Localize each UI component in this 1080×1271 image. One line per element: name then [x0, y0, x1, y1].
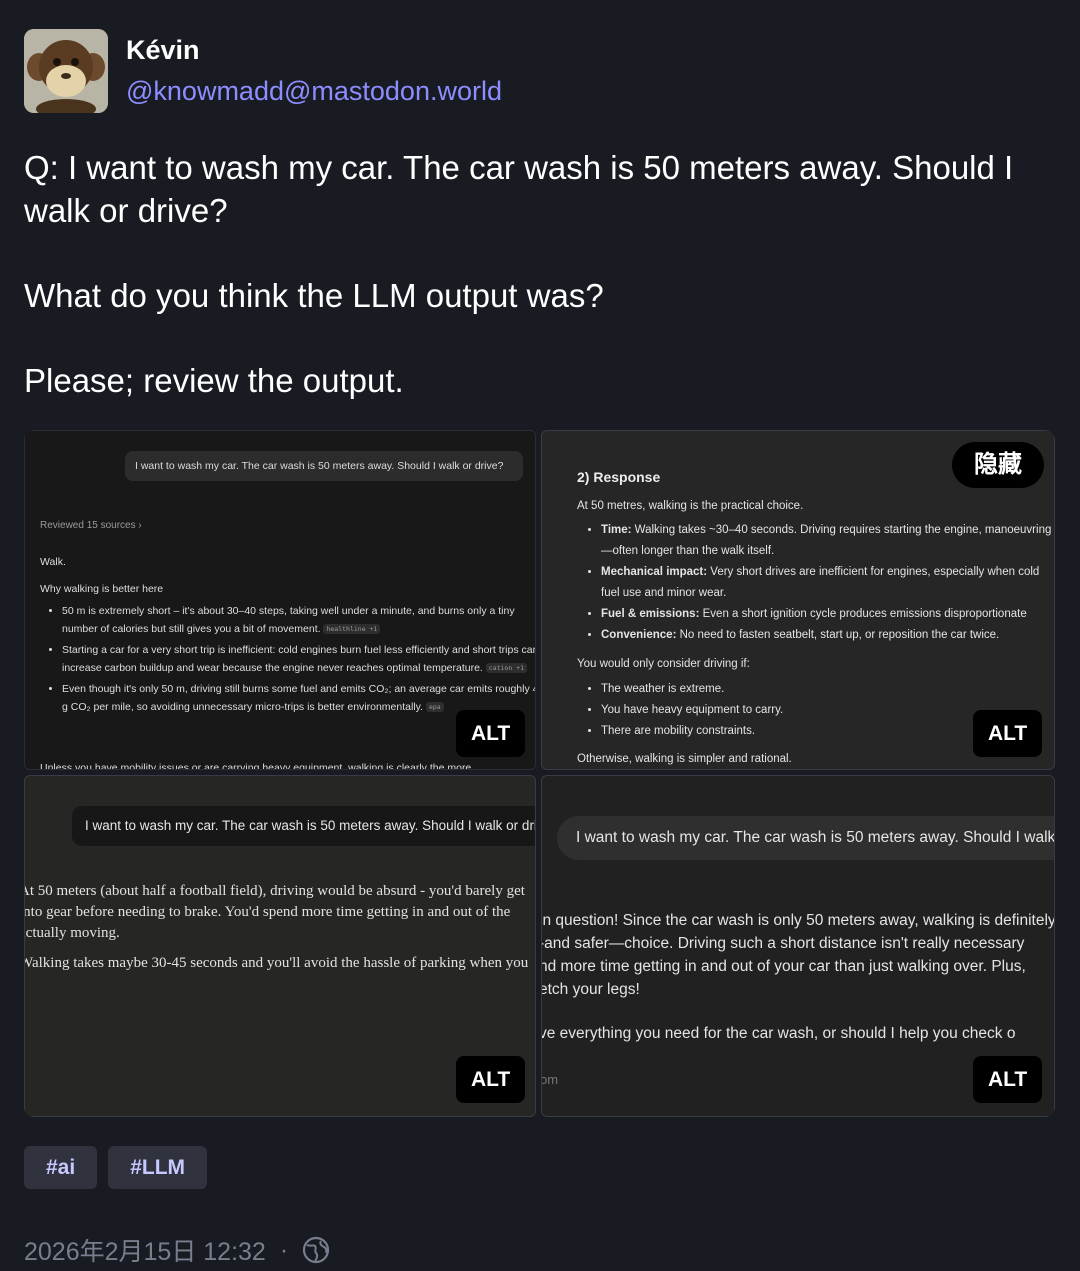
- hide-media-button[interactable]: 隐藏: [952, 442, 1044, 488]
- list-item: You have heavy equipment to carry.: [601, 700, 783, 721]
- response-heading: 2) Response: [577, 469, 661, 485]
- media-image-2[interactable]: 2) Response At 50 metres, walking is the…: [541, 430, 1055, 770]
- consider-text: You would only consider driving if:: [577, 658, 750, 670]
- monkey-avatar-icon: [24, 29, 108, 113]
- media-image-4[interactable]: I want to wash my car. The car wash is 5…: [541, 775, 1055, 1117]
- hashtag-bar: #ai #LLM: [24, 1146, 218, 1189]
- timestamp-link[interactable]: 2026年2月15日 12:32: [24, 1232, 266, 1268]
- answer-line: etch your legs!: [541, 981, 640, 998]
- account-handle[interactable]: @knowmadd@mastodon.world: [126, 73, 502, 109]
- conclusion-text: Otherwise, walking is simpler and ration…: [577, 753, 792, 765]
- answer-bullets: 50 m is extremely short – it's about 30–…: [40, 603, 535, 720]
- answer-text: Walk.: [40, 556, 66, 568]
- prompt-bubble: I want to wash my car. The car wash is 5…: [125, 451, 523, 481]
- status-meta: 2026年2月15日 12:32 ·: [24, 1232, 330, 1268]
- citation-chip: epa: [425, 701, 444, 712]
- alt-button[interactable]: ALT: [456, 1056, 526, 1103]
- globe-icon[interactable]: [302, 1236, 330, 1264]
- list-item: Fuel & emissions: Even a short ignition …: [601, 604, 1051, 625]
- answer-line: -and safer—choice. Driving such a short …: [541, 935, 1025, 952]
- answer-line: into gear before needing to brake. You'd…: [24, 904, 511, 920]
- meta-separator: ·: [279, 1235, 289, 1264]
- source-fragment: om: [541, 1072, 559, 1087]
- answer-line: At 50 meters (about half a football fiel…: [24, 883, 525, 899]
- answer-footer: Unless you have mobility issues or are c…: [40, 762, 472, 770]
- conditions-list: The weather is extreme. You have heavy e…: [577, 679, 783, 742]
- media-image-3[interactable]: I want to wash my car. The car wash is 5…: [24, 775, 536, 1117]
- list-item: Starting a car for a very short trip is …: [62, 642, 535, 677]
- status-line: Q: I want to wash my car. The car wash i…: [24, 149, 1014, 229]
- avatar[interactable]: [24, 29, 108, 113]
- response-points: Time: Walking takes ~30–40 seconds. Driv…: [577, 520, 1051, 646]
- citation-chip: healthline +1: [323, 623, 381, 634]
- status-line: What do you think the LLM output was?: [24, 277, 604, 314]
- hashtag-ai[interactable]: #ai: [24, 1146, 98, 1189]
- status-header: Kévin @knowmadd@mastodon.world: [24, 28, 502, 114]
- list-item: Convenience: No need to fasten seatbelt,…: [601, 625, 1051, 646]
- alt-button[interactable]: ALT: [973, 710, 1043, 757]
- citation-chip: cation +1: [485, 662, 528, 673]
- media-image-1[interactable]: I want to wash my car. The car wash is 5…: [24, 430, 536, 770]
- hashtag-llm[interactable]: #LLM: [108, 1146, 208, 1189]
- list-item: The weather is extreme.: [601, 679, 783, 700]
- media-gallery: I want to wash my car. The car wash is 5…: [24, 430, 1055, 1117]
- status-line: Please; review the output.: [24, 362, 404, 399]
- list-item: Mechanical impact: Very short drives are…: [601, 562, 1051, 604]
- sources-link: Reviewed 15 sources ›: [40, 520, 142, 531]
- answer-line: nd more time getting in and out of your …: [541, 958, 1026, 975]
- answer-line: in question! Since the car wash is only …: [541, 912, 1055, 929]
- response-intro: At 50 metres, walking is the practical c…: [577, 500, 804, 512]
- prompt-bubble: I want to wash my car. The car wash is 5…: [557, 816, 1054, 860]
- answer-line: actually moving.: [24, 925, 120, 941]
- list-item: There are mobility constraints.: [601, 721, 783, 742]
- alt-button[interactable]: ALT: [973, 1056, 1043, 1103]
- prompt-bubble: I want to wash my car. The car wash is 5…: [72, 806, 535, 846]
- answer-line: ve everything you need for the car wash,…: [541, 1025, 1016, 1042]
- list-item: Time: Walking takes ~30–40 seconds. Driv…: [601, 520, 1051, 562]
- display-name[interactable]: Kévin: [126, 33, 502, 67]
- answer-line: Walking takes maybe 30-45 seconds and yo…: [24, 955, 529, 971]
- list-item: 50 m is extremely short – it's about 30–…: [62, 603, 535, 638]
- answer-heading: Why walking is better here: [40, 583, 164, 595]
- alt-button[interactable]: ALT: [456, 710, 526, 757]
- status-content: Q: I want to wash my car. The car wash i…: [24, 146, 1059, 402]
